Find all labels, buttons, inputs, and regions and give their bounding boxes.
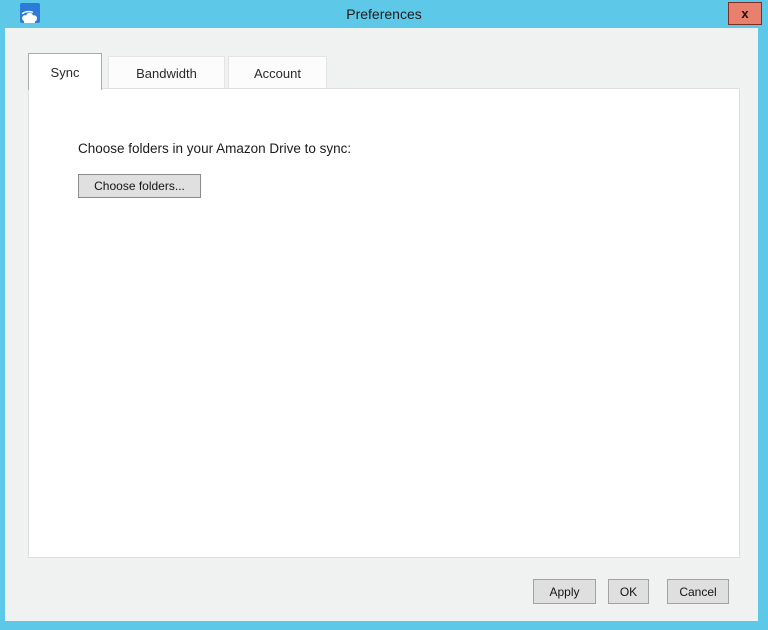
preferences-dialog: Preferences x Sync Bandwidth Account Cho…: [0, 0, 768, 630]
tab-bandwidth[interactable]: Bandwidth: [108, 56, 225, 89]
choose-folders-button-label: Choose folders...: [94, 179, 185, 193]
tab-account-label: Account: [254, 65, 301, 81]
window-title: Preferences: [346, 6, 422, 22]
choose-folders-button[interactable]: Choose folders...: [78, 174, 201, 198]
tab-bandwidth-label: Bandwidth: [136, 65, 197, 81]
window-border-left: [0, 28, 5, 630]
apply-button[interactable]: Apply: [533, 579, 596, 604]
apply-button-label: Apply: [549, 584, 580, 599]
content-panel: Choose folders in your Amazon Drive to s…: [28, 88, 740, 558]
cancel-button[interactable]: Cancel: [667, 579, 729, 604]
close-icon: x: [741, 6, 749, 21]
tab-sync-label: Sync: [50, 64, 80, 80]
cancel-button-label: Cancel: [679, 584, 717, 599]
tab-sync[interactable]: Sync: [28, 53, 102, 90]
tab-account[interactable]: Account: [228, 56, 327, 89]
close-button[interactable]: x: [728, 2, 762, 25]
window-border-right: [758, 28, 768, 630]
ok-button-label: OK: [619, 584, 638, 599]
ok-button[interactable]: OK: [608, 579, 649, 604]
amazon-drive-cloud-icon: [20, 3, 40, 23]
titlebar: Preferences x: [0, 0, 768, 28]
window-border-bottom: [0, 621, 768, 630]
sync-instruction-text: Choose folders in your Amazon Drive to s…: [78, 141, 352, 156]
